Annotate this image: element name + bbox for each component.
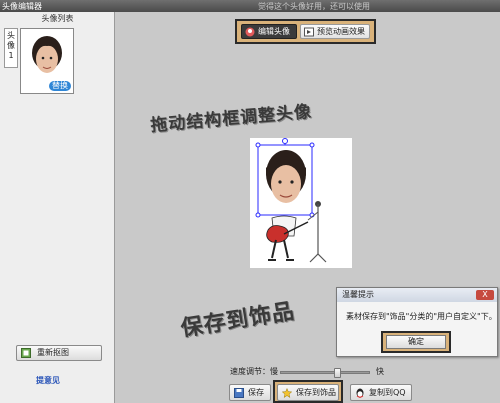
dialog-title: 温馨提示 [337, 288, 497, 302]
slogan-text: 觉得这个头像好用，还可以使用 [258, 2, 370, 11]
avatar-thumbnail[interactable]: 替换 [20, 28, 74, 94]
tip-dialog: 温馨提示 X 素材保存到"饰品"分类的"用户自定义"下。 确定 [336, 287, 498, 357]
avatar-list-header: 头像列表 [41, 14, 74, 23]
edit-avatar-icon [245, 27, 255, 37]
recapture-label: 重新抠图 [37, 348, 69, 357]
save-to-decoration-label: 保存到饰品 [296, 388, 336, 397]
avatar-tab[interactable]: 头像1 [4, 28, 18, 68]
replace-badge[interactable]: 替换 [49, 81, 71, 91]
recapture-button[interactable]: 重新抠图 [16, 345, 102, 361]
qq-icon [356, 388, 364, 398]
dialog-ok-button[interactable]: 确定 [386, 335, 446, 349]
save-label: 保存 [248, 388, 264, 397]
avatar-list-panel: 头像列表 头像1 替换 重新抠图 提意见 [0, 12, 115, 403]
copy-to-qq-button[interactable]: 复制到QQ [350, 384, 412, 401]
save-icon [234, 388, 244, 398]
feedback-link[interactable]: 提意见 [36, 375, 60, 386]
save-hint-text: 保存到饰品 [178, 298, 297, 342]
dialog-close-button[interactable]: X [476, 290, 494, 300]
preview-animation-button[interactable]: 预览动画效果 [300, 24, 370, 39]
copy-to-qq-label: 复制到QQ [369, 388, 406, 397]
title-bar: 头像编辑器 觉得这个头像好用，还可以使用 [0, 0, 500, 12]
save-button[interactable]: 保存 [229, 384, 271, 401]
preview-animation-label: 预览动画效果 [317, 27, 365, 36]
dialog-message: 素材保存到"饰品"分类的"用户自定义"下。 [346, 312, 497, 321]
save-to-decoration-button[interactable]: 保存到饰品 [277, 384, 339, 401]
edit-avatar-button[interactable]: 编辑头像 [241, 24, 297, 39]
speed-label: 速度调节：慢 [230, 367, 278, 376]
edit-canvas[interactable] [250, 138, 352, 268]
preview-icon [304, 27, 314, 37]
edit-avatar-label: 编辑头像 [258, 27, 290, 36]
mode-toolbar: 编辑头像 预览动画效果 [235, 19, 376, 44]
speed-fast-label: 快 [376, 367, 384, 376]
avatar-face-image [32, 36, 62, 73]
save-to-decoration-highlight: 保存到饰品 [273, 380, 343, 403]
ok-button-highlight: 确定 [381, 331, 451, 353]
drag-hint-text: 拖动结构框调整头像 [149, 101, 313, 137]
star-icon [282, 388, 292, 398]
window-title: 头像编辑器 [2, 2, 42, 11]
recapture-icon [21, 348, 31, 358]
speed-slider[interactable] [280, 368, 370, 378]
avatar-figure [255, 138, 327, 263]
speed-slider-thumb[interactable] [334, 368, 341, 378]
